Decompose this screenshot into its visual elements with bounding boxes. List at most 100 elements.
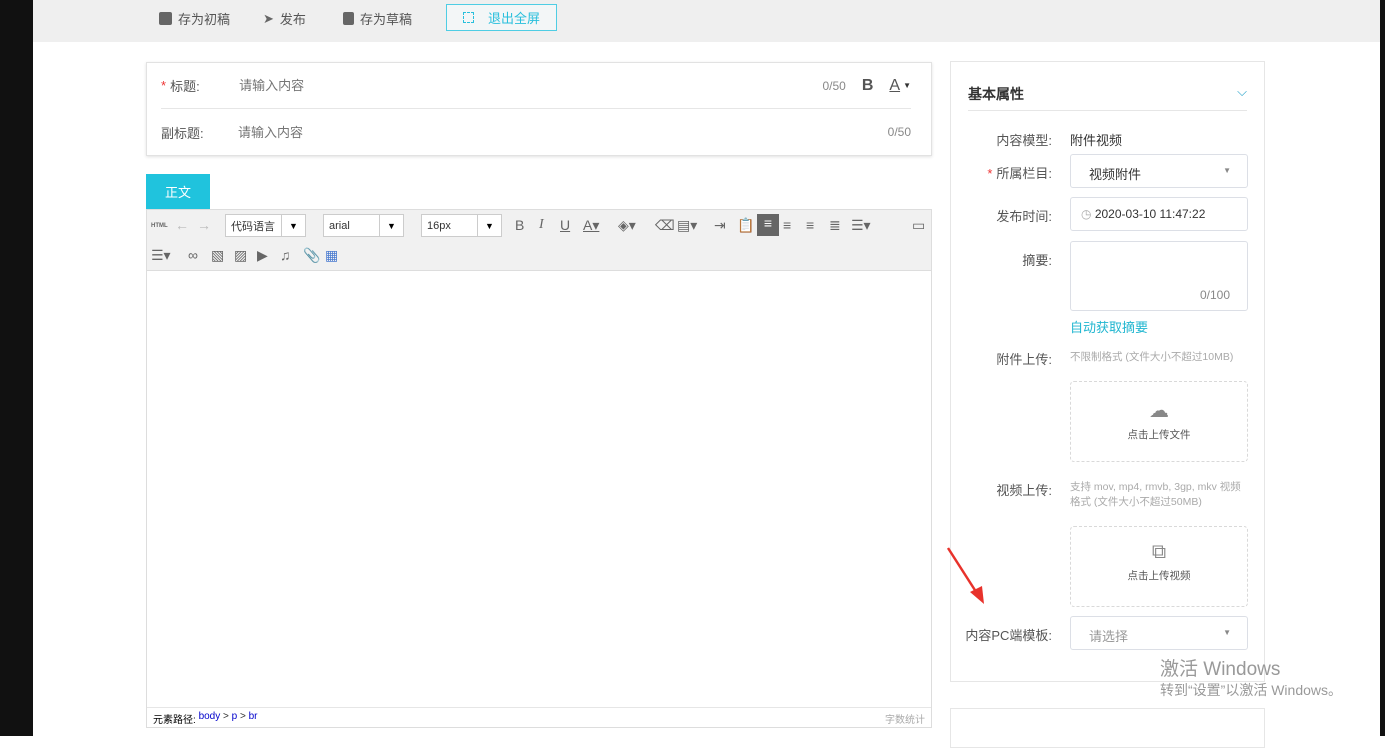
font-size-select[interactable]: 16px ▼ xyxy=(421,214,502,237)
save-draft-button[interactable]: 存为草稿 xyxy=(343,9,412,28)
align-left-icon[interactable]: ≡ xyxy=(757,214,779,236)
background-color-icon[interactable]: ◈▾ xyxy=(618,216,636,234)
caret-down-icon: ▼ xyxy=(1223,166,1231,175)
send-icon: ➤ xyxy=(263,10,274,26)
image-icon[interactable]: ▧ xyxy=(211,246,224,264)
word-count: 字数统计 xyxy=(885,715,925,726)
italic-icon[interactable]: I xyxy=(539,216,544,234)
path-body[interactable]: body xyxy=(199,711,221,724)
publish-time-value: 2020-03-10 11:47:22 xyxy=(1094,207,1206,221)
panel-header[interactable]: 基本属性 ⌵ xyxy=(968,84,1247,111)
summary-textarea[interactable]: 0/100 xyxy=(1070,241,1248,311)
upload-file-button[interactable]: ☁ 点击上传文件 xyxy=(1070,381,1248,462)
video-hint: 支持 mov, mp4, rmvb, 3gp, mkv 视频格式 (文件大小不超… xyxy=(1070,481,1241,508)
content-model-label: 内容模型: xyxy=(996,133,1052,148)
bold-button[interactable]: B xyxy=(862,77,874,95)
paragraph-format-icon[interactable]: ▤▾ xyxy=(677,216,697,234)
music-icon[interactable]: ♫ xyxy=(280,246,291,264)
video-upload-label: 视频上传: xyxy=(996,483,1052,498)
align-right-icon[interactable]: ≡ xyxy=(783,216,791,234)
required-mark: * xyxy=(987,166,993,181)
font-size-value: 16px xyxy=(427,219,451,232)
cloud-upload-icon: ☁ xyxy=(1149,400,1169,422)
save-first-draft-button[interactable]: 存为初稿 xyxy=(159,9,230,28)
eraser-icon[interactable]: ⌫ xyxy=(655,216,675,234)
unordered-list-icon[interactable]: ☰▾ xyxy=(151,246,171,264)
tab-body[interactable]: 正文 xyxy=(146,174,210,209)
red-annotation-arrow xyxy=(946,547,984,604)
caret-down-icon: ▼ xyxy=(281,215,305,236)
left-dark-edge xyxy=(0,0,33,736)
title-row: * 标题: 0/50 B A▼ xyxy=(161,63,911,109)
publish-button[interactable]: ➤ 发布 xyxy=(263,9,306,28)
caret-down-icon: ▼ xyxy=(1223,628,1231,637)
fullscreen-icon xyxy=(462,12,474,23)
trash-draft-icon xyxy=(343,12,354,25)
indent-icon[interactable]: ⇥ xyxy=(714,216,726,234)
upload-video-button[interactable]: ⧉ 点击上传视频 xyxy=(1070,526,1248,607)
pc-template-label: 内容PC端模板: xyxy=(965,628,1052,643)
summary-label: 摘要: xyxy=(1022,253,1052,268)
code-language-select[interactable]: 代码语言 ▼ xyxy=(225,214,306,237)
windows-activation-title: 激活 Windows xyxy=(1160,659,1281,680)
editor-content-area[interactable] xyxy=(147,271,931,707)
title-label: 标题: xyxy=(170,79,200,94)
path-p[interactable]: p xyxy=(232,711,238,724)
pc-template-placeholder: 请选择 xyxy=(1089,629,1129,644)
publish-label: 发布 xyxy=(279,12,306,27)
align-center-icon[interactable]: ≡ xyxy=(806,216,814,234)
subtitle-input[interactable] xyxy=(238,124,888,140)
windows-activation-hint: 转到“设置”以激活 Windows。 xyxy=(1160,682,1343,698)
chevron-down-icon[interactable]: ⌵ xyxy=(1237,84,1247,110)
title-input[interactable] xyxy=(239,78,823,93)
preview-monitor-icon[interactable]: ▭ xyxy=(912,216,925,234)
font-family-value: arial xyxy=(329,219,350,232)
undo-icon[interactable]: ← xyxy=(175,216,189,234)
attachment-upload-label: 附件上传: xyxy=(996,352,1052,367)
link-icon[interactable]: ∞ xyxy=(188,246,198,264)
upload-file-label: 点击上传文件 xyxy=(1127,429,1191,441)
auto-summary-link[interactable]: 自动获取摘要 xyxy=(1070,317,1148,336)
justify-icon[interactable]: ≣ xyxy=(829,216,841,234)
pc-template-select[interactable]: 请选择 ▼ xyxy=(1070,616,1248,650)
basic-properties-panel: 基本属性 ⌵ 内容模型: 附件视频 * 所属栏目: 视频附件 ▼ 发布时间: ◷ 2… xyxy=(950,61,1265,682)
paste-text-icon[interactable]: 📋 xyxy=(737,216,754,234)
wordimage-icon[interactable]: ▦ xyxy=(325,246,338,264)
column-value: 视频附件 xyxy=(1089,167,1142,182)
upload-video-label: 点击上传视频 xyxy=(1127,570,1191,582)
code-language-value: 代码语言 xyxy=(231,220,275,233)
video-upload-icon: ⧉ xyxy=(1151,541,1167,563)
multi-image-icon[interactable]: ▨ xyxy=(234,246,247,264)
content-model-value: 附件视频 xyxy=(1070,133,1123,148)
exit-fullscreen-label: 退出全屏 xyxy=(487,11,540,26)
editor-toolbar: HTML ← → 代码语言 ▼ arial ▼ 16px ▼ B I U A▾ ◈▾ … xyxy=(147,210,931,271)
font-color-button[interactable]: A xyxy=(889,77,900,95)
element-path-label: 元素路径: xyxy=(153,715,196,726)
exit-fullscreen-button[interactable]: 退出全屏 xyxy=(446,4,557,31)
clock-icon: ◷ xyxy=(1081,207,1092,221)
underline-icon[interactable]: U xyxy=(560,216,570,234)
publish-time-label: 发布时间: xyxy=(996,209,1052,224)
subtitle-label: 副标题: xyxy=(161,125,204,141)
video-icon[interactable]: ▶ xyxy=(257,246,268,264)
required-mark: * xyxy=(161,78,167,93)
second-panel xyxy=(950,708,1265,748)
bold-icon[interactable]: B xyxy=(515,216,524,234)
attachment-hint: 不限制格式 (文件大小不超过10MB) xyxy=(1070,351,1234,363)
caret-down-icon: ▼ xyxy=(379,215,403,236)
font-family-select[interactable]: arial ▼ xyxy=(323,214,404,237)
save-draft-label: 存为草稿 xyxy=(360,12,413,27)
column-select[interactable]: 视频附件 ▼ xyxy=(1070,154,1248,188)
redo-icon[interactable]: → xyxy=(197,216,211,234)
ordered-list-icon[interactable]: ☰▾ xyxy=(851,216,871,234)
publish-time-picker[interactable]: ◷ 2020-03-10 11:47:22 xyxy=(1070,197,1248,231)
html-source-button[interactable]: HTML xyxy=(151,217,168,235)
caret-down-icon: ▼ xyxy=(903,81,911,90)
title-count: 0/50 xyxy=(822,78,846,93)
path-br[interactable]: br xyxy=(249,711,258,724)
font-color-icon[interactable]: A▾ xyxy=(583,216,599,234)
right-dark-edge xyxy=(1380,0,1385,736)
subtitle-count: 0/50 xyxy=(887,125,911,139)
attachment-icon[interactable]: 📎 xyxy=(303,246,320,264)
save-icon xyxy=(159,12,172,25)
